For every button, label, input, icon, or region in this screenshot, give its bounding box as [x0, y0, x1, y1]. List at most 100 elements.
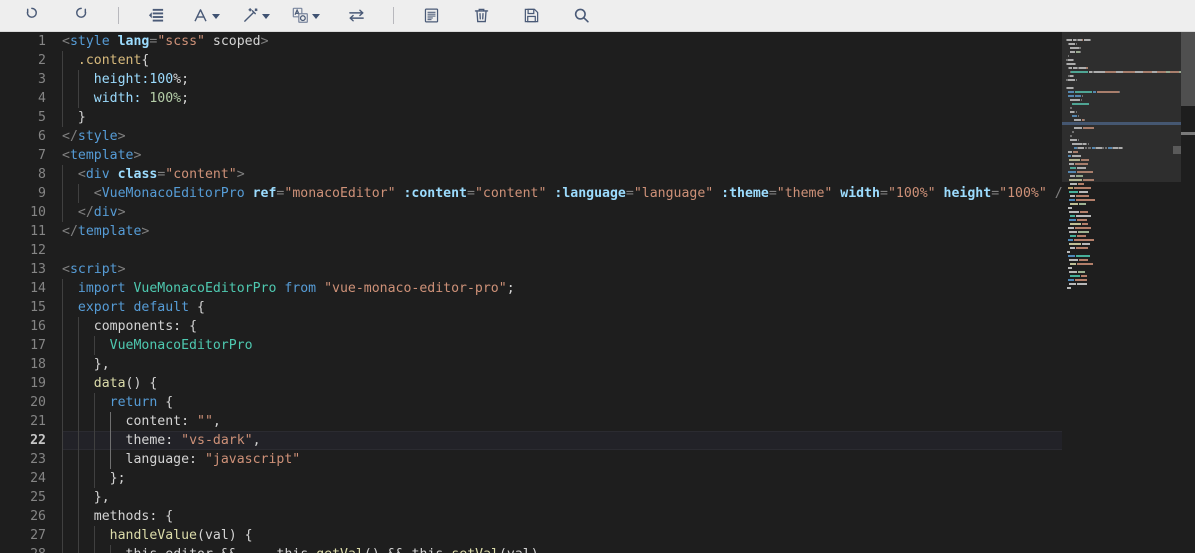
- code-line[interactable]: 4 width: 100%;: [0, 89, 1195, 108]
- code-line-text: VueMonacoEditorPro: [109, 338, 253, 353]
- search-icon: [573, 7, 590, 24]
- code-line-text: </style>: [62, 129, 126, 144]
- font-button[interactable]: [191, 3, 221, 29]
- format-indent-button[interactable]: [141, 3, 171, 29]
- code-line-text: language: "javascript": [125, 452, 301, 467]
- line-number: 25: [30, 490, 46, 505]
- code-line-text: },: [93, 490, 110, 505]
- clear-button[interactable]: [466, 3, 496, 29]
- language-button[interactable]: [291, 3, 321, 29]
- code-line[interactable]: 12: [0, 241, 1195, 260]
- code-line[interactable]: 26 methods: {: [0, 507, 1195, 526]
- line-number: 12: [30, 243, 46, 258]
- code-line[interactable]: 1 <style lang="scss" scoped>: [0, 32, 1195, 51]
- code-line-text: <template>: [62, 148, 142, 163]
- code-line-text: return {: [109, 395, 174, 410]
- code-line-text: </div>: [77, 205, 126, 220]
- scrollbar-decoration: [1181, 132, 1195, 135]
- code-line[interactable]: 18 },: [0, 355, 1195, 374]
- code-line[interactable]: 7 <template>: [0, 146, 1195, 165]
- code-line[interactable]: 2 .content{: [0, 51, 1195, 70]
- code-line-text: this.editor && ... this.getVal() && this…: [62, 545, 539, 553]
- code-text-area[interactable]: 1 <style lang="scss" scoped> 2 .content{3 …: [0, 32, 1195, 553]
- line-number: 20: [30, 395, 46, 410]
- code-line-text: import VueMonacoEditorPro from "vue-mona…: [77, 281, 515, 296]
- code-line[interactable]: 11 </template>: [0, 222, 1195, 241]
- line-number: 15: [30, 300, 46, 315]
- line-number: 22: [30, 433, 46, 448]
- code-line-text: components: {: [93, 319, 198, 334]
- toolbar-separator-1: [118, 7, 119, 24]
- code-line-text: handleValue(val) {: [109, 528, 253, 543]
- minimap[interactable]: [1062, 32, 1181, 553]
- code-line-text: };: [109, 471, 126, 486]
- code-line[interactable]: 8 <div class="content">: [0, 165, 1195, 184]
- code-line[interactable]: 24 };: [0, 469, 1195, 488]
- line-number: 10: [30, 205, 46, 220]
- code-line[interactable]: 15 export default {: [0, 298, 1195, 317]
- language-icon: [292, 7, 309, 24]
- code-line[interactable]: 21 content: "",: [0, 412, 1195, 431]
- code-line[interactable]: 16 components: {: [0, 317, 1195, 336]
- code-line-text: },: [93, 357, 110, 372]
- code-line[interactable]: 25 },: [0, 488, 1195, 507]
- code-line[interactable]: 20 return {: [0, 393, 1195, 412]
- code-line[interactable]: 17 VueMonacoEditorPro: [0, 336, 1195, 355]
- code-line-text: <div class="content">: [77, 167, 245, 182]
- theme-button[interactable]: [241, 3, 271, 29]
- line-number: 24: [30, 471, 46, 486]
- code-line-text: height:100%;: [93, 72, 190, 87]
- code-line-text: content: "",: [125, 414, 221, 429]
- line-number: 27: [30, 528, 46, 543]
- code-line-text: .content{: [77, 53, 150, 68]
- redo-button[interactable]: [66, 3, 96, 29]
- paste-button[interactable]: [416, 3, 446, 29]
- code-line[interactable]: 28 this.editor && ... this.getVal() && t…: [0, 545, 1195, 553]
- code-line[interactable]: 23 language: "javascript": [0, 450, 1195, 469]
- save-button[interactable]: [516, 3, 546, 29]
- code-line-text: data() {: [93, 376, 158, 391]
- toolbar-separator-2: [393, 7, 394, 24]
- code-line[interactable]: 3 height:100%;: [0, 70, 1195, 89]
- vertical-scrollbar-thumb[interactable]: [1181, 32, 1195, 106]
- code-line[interactable]: 27 handleValue(val) {: [0, 526, 1195, 545]
- code-line[interactable]: 5 }: [0, 108, 1195, 127]
- compare-button[interactable]: [341, 3, 371, 29]
- format-indent-icon: [148, 7, 165, 24]
- line-number: 23: [30, 452, 46, 467]
- code-line[interactable]: 6 </style>: [0, 127, 1195, 146]
- line-number: 21: [30, 414, 46, 429]
- line-number: 3: [38, 72, 46, 87]
- chevron-down-icon: [312, 14, 320, 19]
- line-number: 14: [30, 281, 46, 296]
- code-editor[interactable]: 1 <style lang="scss" scoped> 2 .content{3 …: [0, 32, 1195, 553]
- line-number: 18: [30, 357, 46, 372]
- line-number: 28: [0, 545, 46, 553]
- line-number: 11: [30, 224, 46, 239]
- trash-icon: [473, 7, 490, 24]
- code-line[interactable]: 10 </div>: [0, 203, 1195, 222]
- line-number: 16: [30, 319, 46, 334]
- editor-toolbar: [0, 0, 1195, 32]
- floppy-disk-icon: [523, 7, 540, 24]
- code-line[interactable]: 19 data() {: [0, 374, 1195, 393]
- code-line[interactable]: 13 <script>: [0, 260, 1195, 279]
- line-number: 4: [38, 91, 46, 106]
- code-line-text: theme: "vs-dark",: [125, 433, 261, 448]
- redo-icon: [73, 7, 90, 24]
- line-number: 2: [38, 53, 46, 68]
- line-number: 9: [38, 186, 46, 201]
- code-line-text: <style lang="scss" scoped>: [62, 34, 269, 49]
- code-line-text: }: [77, 110, 86, 125]
- code-line-text: methods: {: [93, 509, 174, 524]
- search-button[interactable]: [566, 3, 596, 29]
- undo-icon: [23, 7, 40, 24]
- line-number: 5: [38, 110, 46, 125]
- code-line[interactable]: 9 <VueMonacoEditorPro ref="monacoEditor"…: [0, 184, 1195, 203]
- chevron-down-icon: [212, 14, 220, 19]
- code-line[interactable]: 14 import VueMonacoEditorPro from "vue-m…: [0, 279, 1195, 298]
- compare-arrows-icon: [348, 7, 365, 24]
- code-line[interactable]: 22 theme: "vs-dark",: [0, 431, 1195, 450]
- undo-button[interactable]: [16, 3, 46, 29]
- vertical-scrollbar[interactable]: [1181, 32, 1195, 553]
